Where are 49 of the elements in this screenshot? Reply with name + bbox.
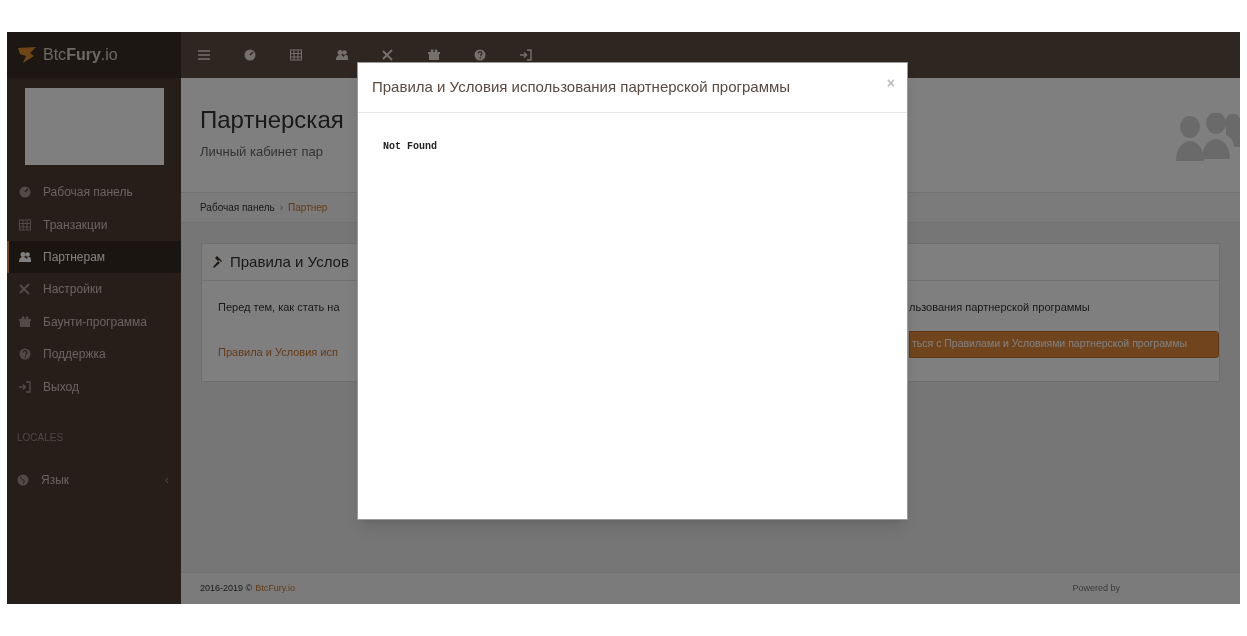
panel-text: Перед тем, как стать на xyxy=(218,300,341,315)
dashboard-icon xyxy=(244,49,256,61)
table-icon xyxy=(290,49,302,61)
panel-text: льзования партнерской программы xyxy=(909,300,1091,315)
tools-icon xyxy=(19,283,31,296)
toolbar-button[interactable] xyxy=(473,48,487,62)
toolbar-button[interactable] xyxy=(197,48,211,62)
dashboard-icon xyxy=(19,186,31,199)
toolbar-button[interactable] xyxy=(289,48,303,62)
footer-link[interactable]: BtcFury.io xyxy=(255,581,295,596)
sidebar-item[interactable]: Рабочая панель xyxy=(7,176,181,209)
powered-by-text: Powered by xyxy=(1072,581,1120,595)
toolbar-button[interactable] xyxy=(381,48,395,62)
modal-body-text: Not Found xyxy=(383,140,438,154)
sidebar-item[interactable]: Транзакции xyxy=(7,208,181,241)
menu-icon xyxy=(198,49,210,61)
copyright-text: 2016-2019 © xyxy=(200,581,253,595)
breadcrumb-item[interactable]: Рабочая панель xyxy=(200,200,275,215)
panel-title: Правила и Услов xyxy=(230,251,349,272)
table-icon xyxy=(19,218,31,231)
close-button[interactable]: × xyxy=(886,73,895,94)
toolbar-button[interactable] xyxy=(519,48,533,62)
sidebar-item[interactable]: Баунти-программа xyxy=(7,305,181,338)
page-subtitle: Личный кабинет пар xyxy=(200,143,324,161)
gift-icon xyxy=(19,315,31,328)
terms-link[interactable]: Правила и Условия исп xyxy=(218,343,352,360)
sidebar-item[interactable]: Выход xyxy=(7,370,181,403)
users-icon xyxy=(19,250,31,263)
modal-title: Правила и Условия использования партнерской программы xyxy=(372,77,791,98)
toolbar-button[interactable] xyxy=(335,48,349,62)
help-icon xyxy=(474,49,486,61)
gift-icon xyxy=(428,49,440,61)
sidebar-item[interactable]: Поддержка xyxy=(7,337,181,371)
exit-icon xyxy=(520,49,532,61)
sidebar-item[interactable]: Настройки xyxy=(7,273,181,306)
accept-terms-button[interactable]: ться с Правилами и Условиями партнерской программы xyxy=(909,330,1219,358)
language-menu-item[interactable]: Язык ‹ xyxy=(7,468,181,491)
exit-icon xyxy=(19,380,31,393)
breadcrumb-separator: › xyxy=(279,201,284,215)
users-icon xyxy=(336,49,348,61)
breadcrumb-item[interactable]: Партнер xyxy=(288,200,328,215)
help-icon xyxy=(19,348,31,361)
tools-icon xyxy=(382,49,394,61)
globe-icon xyxy=(17,473,29,486)
logo-icon xyxy=(17,46,37,64)
sidebar-item[interactable]: Партнерам xyxy=(7,240,181,274)
page-title: Партнерская xyxy=(200,108,345,132)
toolbar-button[interactable] xyxy=(243,48,257,62)
toolbar-button[interactable] xyxy=(427,48,441,62)
